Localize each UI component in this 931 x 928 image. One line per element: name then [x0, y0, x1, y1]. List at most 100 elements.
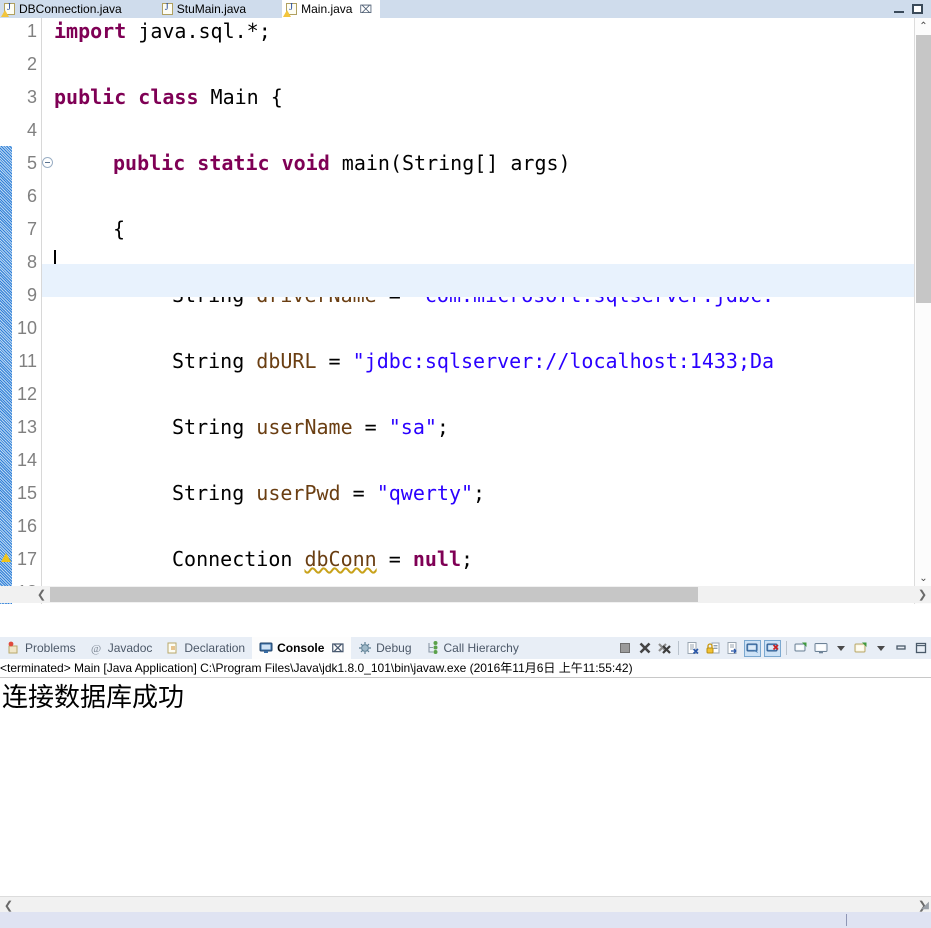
- line-number: 17: [16, 549, 37, 569]
- code-line[interactable]: [54, 180, 914, 213]
- tab-debug[interactable]: Debug: [351, 637, 418, 659]
- code-line[interactable]: [54, 510, 914, 543]
- resize-grip-icon[interactable]: ◢: [921, 900, 929, 911]
- java-file-warning-icon: [1, 2, 15, 17]
- java-file-icon: [161, 2, 173, 15]
- window-controls: [894, 0, 931, 18]
- scroll-down-icon[interactable]: ⌄: [915, 570, 931, 587]
- line-number: 8: [26, 252, 37, 272]
- warning-marker-icon[interactable]: [1, 553, 11, 562]
- maximize-icon[interactable]: [912, 4, 923, 14]
- pin-console-button[interactable]: [792, 640, 809, 657]
- folding-ruler[interactable]: [42, 18, 54, 604]
- code-token: "qwerty": [376, 481, 474, 505]
- word-wrap-button[interactable]: [724, 640, 741, 657]
- show-console-on-output-button[interactable]: [744, 639, 761, 657]
- tab-problems[interactable]: Problems: [0, 637, 83, 659]
- editor-tab-main[interactable]: Main.java ⌧: [282, 0, 381, 18]
- line-number: 10: [16, 318, 37, 338]
- code-token: =: [352, 415, 389, 439]
- console-horizontal-scrollbar[interactable]: ❮ ❯: [0, 896, 931, 912]
- code-token: static: [197, 151, 270, 175]
- view-tab-label: Problems: [25, 641, 76, 655]
- current-line-highlight: [42, 264, 914, 297]
- code-line[interactable]: [54, 378, 914, 411]
- scroll-up-icon[interactable]: ⌃: [915, 18, 931, 35]
- code-text-area[interactable]: import java.sql.*; public class Main { pub…: [54, 18, 914, 604]
- code-line[interactable]: String userPwd = "qwerty";: [54, 477, 914, 510]
- line-number: 3: [26, 87, 37, 107]
- code-line[interactable]: [54, 114, 914, 147]
- code-line[interactable]: [54, 48, 914, 81]
- code-token: {: [113, 217, 126, 241]
- separator-2: [786, 641, 787, 655]
- close-icon[interactable]: ⌧: [359, 3, 372, 16]
- separator-1: [678, 641, 679, 655]
- line-number: 7: [26, 219, 37, 239]
- problems-icon: [7, 641, 21, 655]
- tab-call-hierarchy[interactable]: Call Hierarchy: [419, 637, 526, 659]
- code-line[interactable]: [54, 444, 914, 477]
- line-number: 16: [16, 516, 37, 536]
- code-line[interactable]: {: [54, 213, 914, 246]
- open-console-dropdown[interactable]: [872, 640, 889, 657]
- view-tab-label: Javadoc: [107, 641, 153, 655]
- scroll-left-icon[interactable]: ❮: [33, 586, 50, 603]
- line-number: 1: [26, 21, 37, 41]
- scroll-lock-button[interactable]: [704, 640, 721, 657]
- status-bar: [0, 912, 931, 928]
- scroll-left-icon[interactable]: ❮: [0, 897, 17, 913]
- line-number: 14: [16, 450, 37, 470]
- tab-console[interactable]: Console ⌧: [252, 637, 352, 659]
- code-line[interactable]: [54, 312, 914, 345]
- code-token: public: [113, 151, 186, 175]
- terminate-button[interactable]: [616, 640, 633, 657]
- close-icon[interactable]: ⌧: [331, 642, 344, 655]
- console-toolbar: [616, 637, 929, 659]
- code-line[interactable]: Connection dbConn = null;: [54, 543, 914, 576]
- code-editor[interactable]: 123456789101112131415161718 import java.…: [0, 18, 931, 604]
- minimize-view-button[interactable]: [892, 640, 909, 657]
- code-token: "sa": [388, 415, 437, 439]
- code-line[interactable]: String userName = "sa";: [54, 411, 914, 444]
- tab-declaration[interactable]: Declaration: [159, 637, 252, 659]
- javadoc-at-icon: @: [90, 641, 104, 655]
- declaration-icon: [166, 641, 180, 655]
- line-number: 9: [26, 285, 37, 305]
- code-line[interactable]: String dbURL = "jdbc:sqlserver://localho…: [54, 345, 914, 378]
- code-line[interactable]: public static void main(String[] args): [54, 147, 914, 180]
- view-tab-label: Call Hierarchy: [443, 641, 519, 655]
- console-output-area[interactable]: 连接数据库成功: [0, 679, 931, 928]
- display-selected-console-dropdown[interactable]: [832, 640, 849, 657]
- show-console-on-error-button[interactable]: [764, 639, 781, 657]
- display-selected-console-button[interactable]: [812, 640, 829, 657]
- code-token: userName: [256, 415, 353, 439]
- editor-vscroll-thumb[interactable]: [916, 35, 931, 303]
- line-number: 5: [26, 153, 37, 173]
- open-console-button[interactable]: [852, 640, 869, 657]
- line-number: 2: [26, 54, 37, 74]
- maximize-view-button[interactable]: [912, 640, 929, 657]
- editor-horizontal-scrollbar[interactable]: ❮ ❯: [0, 586, 931, 603]
- code-token: ;: [436, 415, 449, 439]
- tab-javadoc[interactable]: @ Javadoc: [83, 637, 160, 659]
- scroll-right-icon[interactable]: ❯: [914, 586, 931, 603]
- code-token: String: [172, 481, 257, 505]
- code-line[interactable]: import java.sql.*;: [54, 18, 914, 48]
- clear-console-button[interactable]: [684, 640, 701, 657]
- code-token: dbConn: [304, 547, 377, 571]
- code-line[interactable]: public class Main {: [54, 81, 914, 114]
- editor-hscroll-thumb[interactable]: [50, 587, 698, 602]
- java-file-warning-icon: [283, 2, 298, 17]
- minimize-icon[interactable]: [894, 5, 904, 13]
- fold-collapse-icon[interactable]: [42, 157, 53, 168]
- remove-launch-button[interactable]: [636, 640, 653, 657]
- code-token: java.sql.*;: [126, 19, 271, 43]
- editor-tab-stumain[interactable]: StuMain.java: [157, 0, 255, 18]
- editor-tab-label: Main.java: [301, 2, 353, 16]
- code-token: userPwd: [256, 481, 341, 505]
- console-icon: [259, 641, 273, 655]
- editor-vertical-scrollbar[interactable]: ⌃ ⌄: [914, 18, 931, 604]
- remove-all-terminated-button[interactable]: [656, 640, 673, 657]
- code-token: Connection: [172, 547, 305, 571]
